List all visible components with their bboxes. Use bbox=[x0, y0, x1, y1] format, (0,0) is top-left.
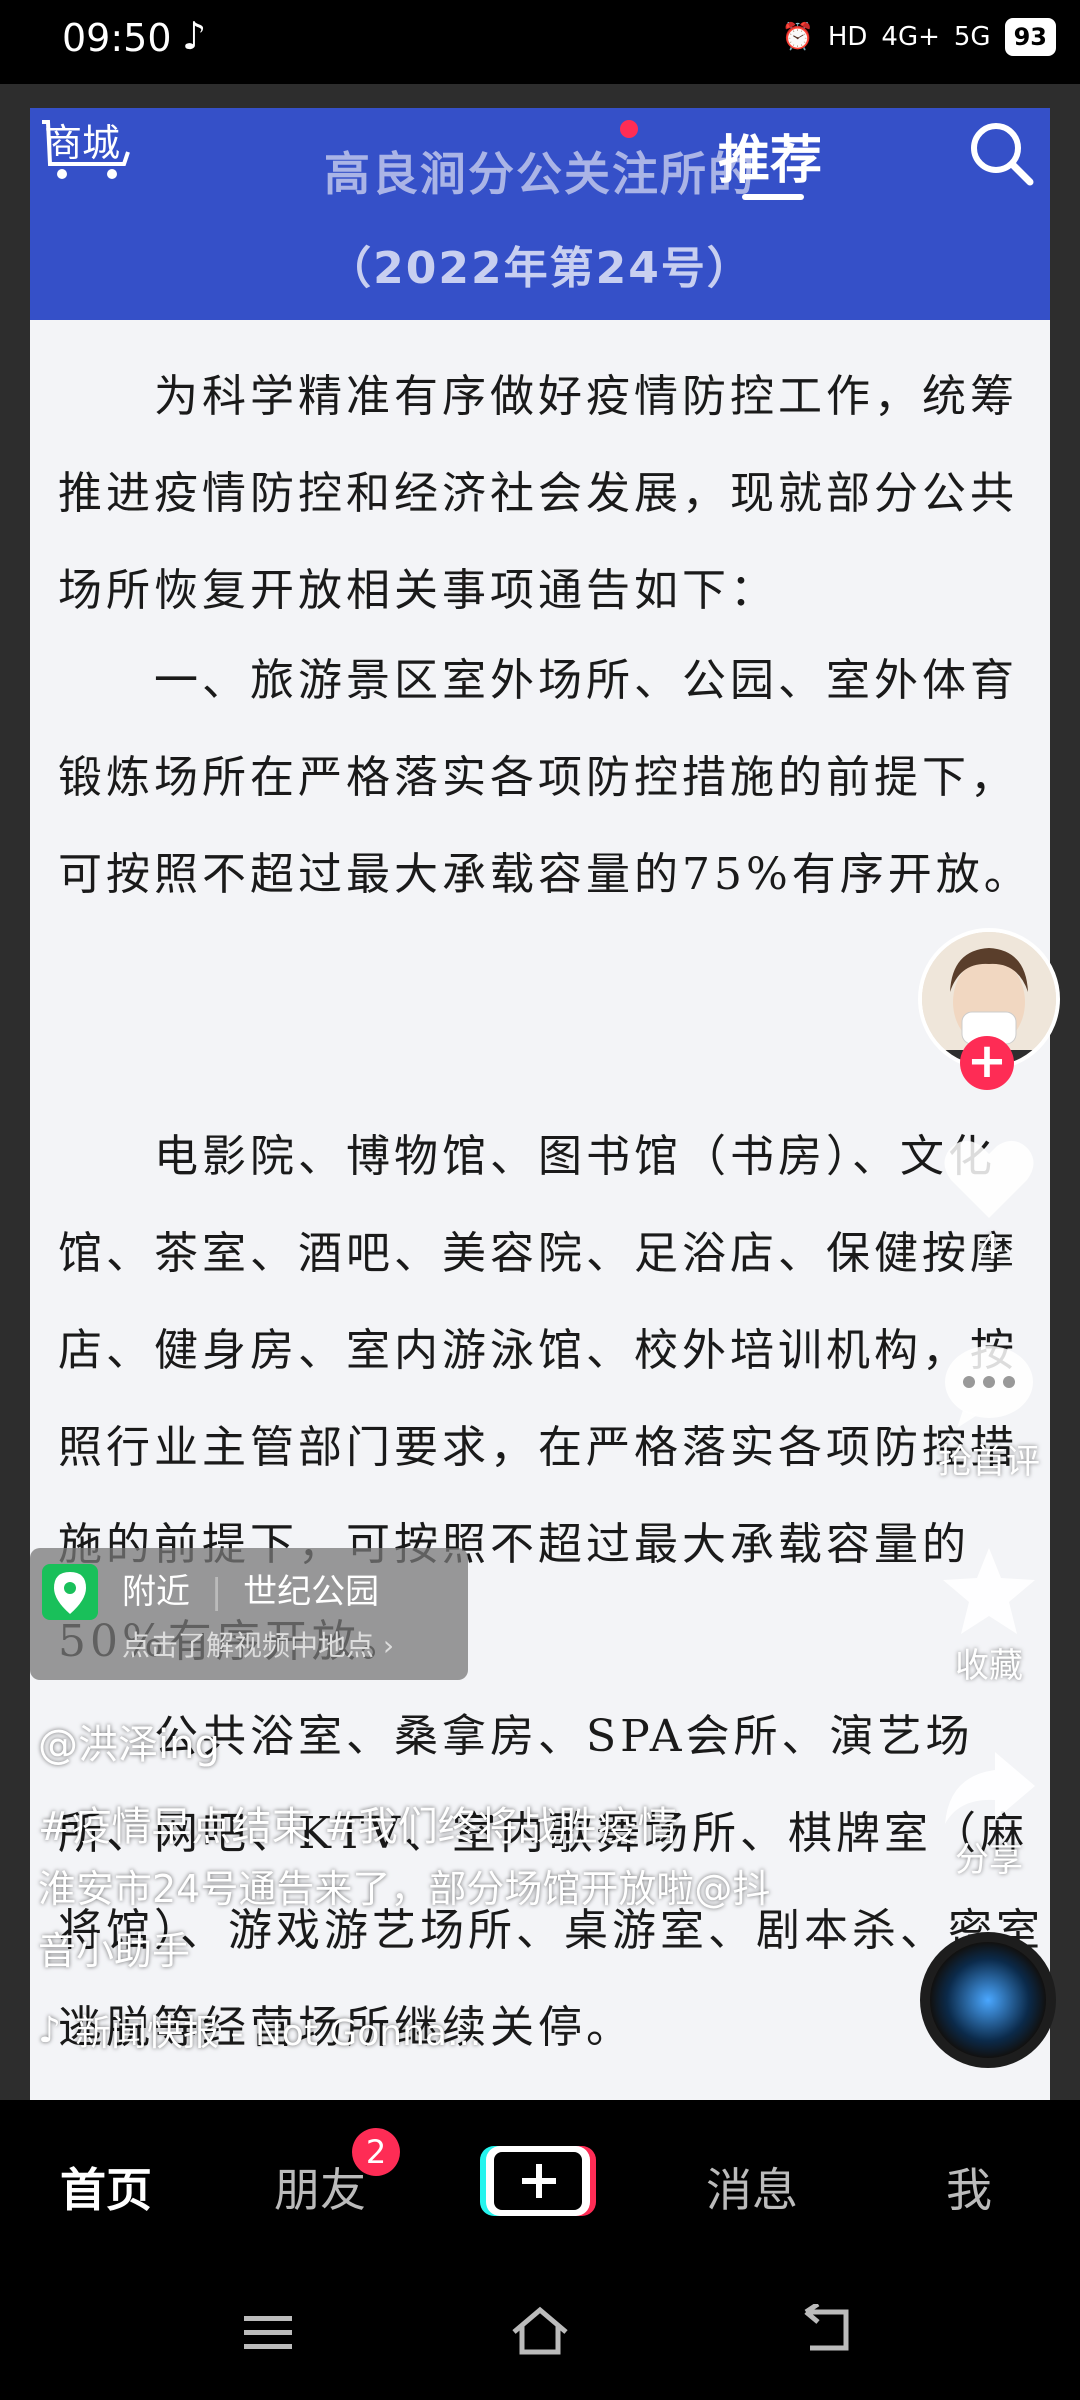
music-disc[interactable] bbox=[920, 1932, 1056, 2068]
tiktok-notification-icon: ♪ bbox=[182, 14, 207, 58]
share-button[interactable]: 分享 bbox=[924, 1748, 1054, 1881]
status-bar: 09:50 ♪ ⏰ HD 4G+ 5G 93 bbox=[0, 0, 1080, 84]
tab-messages[interactable]: 消息 bbox=[706, 2154, 798, 2220]
document-title: 高良涧分公关注所的 bbox=[324, 147, 756, 201]
alarm-icon: ⏰ bbox=[781, 22, 814, 52]
status-time: 09:50 bbox=[62, 16, 172, 60]
heart-icon bbox=[944, 1140, 1034, 1218]
system-nav-bar bbox=[0, 2280, 1080, 2400]
status-icons: ⏰ HD 4G+ 5G 93 bbox=[781, 18, 1056, 56]
friends-badge: 2 bbox=[352, 2128, 400, 2176]
music-info[interactable]: ♪ 新闻快报 - Not Gonna... bbox=[38, 2004, 481, 2056]
comment-icon bbox=[945, 1346, 1033, 1428]
hashtags[interactable]: #疫情早点结束 #我们终将战胜疫情 bbox=[38, 1794, 678, 1852]
document-paragraph: 一、旅游景区室外场所、公园、室外体育锻炼场所在严格落实各项防控措施的前提下，可按… bbox=[58, 655, 1032, 900]
music-note-icon: ♪ bbox=[38, 2009, 61, 2051]
document-issue: （2022年第24号） bbox=[327, 243, 753, 294]
menu-icon[interactable] bbox=[244, 2310, 296, 2356]
search-button[interactable] bbox=[966, 118, 1036, 188]
share-arrow-icon bbox=[945, 1752, 1035, 1824]
notification-dot bbox=[620, 120, 638, 138]
cart-icon bbox=[42, 120, 130, 179]
location-hint: 点击了解视频中地点 › bbox=[122, 1629, 395, 1662]
home-icon[interactable] bbox=[508, 2302, 572, 2358]
location-pin-icon bbox=[42, 1564, 98, 1620]
search-icon bbox=[971, 123, 1034, 186]
bottom-tab-bar: 首页 朋友 2 消息 我 bbox=[0, 2100, 1080, 2280]
back-icon[interactable] bbox=[796, 2304, 856, 2356]
tab-indicator bbox=[742, 194, 804, 200]
author-name[interactable]: @洪泽ing bbox=[38, 1712, 220, 1770]
location-place: 世纪公园 bbox=[243, 1572, 380, 1612]
like-button[interactable]: 4 bbox=[924, 1134, 1054, 1268]
share-label: 分享 bbox=[955, 1840, 1023, 1880]
4g-signal-icon: 4G+ bbox=[881, 22, 940, 52]
comment-button[interactable]: 抢首评 bbox=[924, 1340, 1054, 1483]
follow-button[interactable]: + bbox=[960, 1036, 1014, 1090]
video-description: 淮安市24号通告来了，部分场馆开放啦@抖音小助手 bbox=[38, 1867, 771, 1973]
star-icon bbox=[943, 1548, 1035, 1634]
hd-icon: HD bbox=[827, 22, 868, 52]
location-chip[interactable]: 附近 | 世纪公园 点击了解视频中地点 › bbox=[30, 1548, 468, 1680]
plus-icon bbox=[480, 2146, 596, 2216]
document-paragraph: 为科学精准有序做好疫情防控工作，统筹推进疫情防控和经济社会发展，现就部分公共场所… bbox=[58, 371, 1018, 616]
tab-me[interactable]: 我 bbox=[946, 2154, 992, 2220]
mall-button[interactable]: 商城 bbox=[40, 112, 130, 182]
location-prefix: 附近 bbox=[122, 1572, 190, 1612]
favorite-button[interactable]: 收藏 bbox=[924, 1544, 1054, 1687]
document-header: 高良涧分公关注所的 （2022年第24号） bbox=[30, 108, 1050, 320]
like-count: 4 bbox=[978, 1228, 1000, 1268]
music-title: 新闻快报 - Not Gonna... bbox=[74, 2013, 482, 2054]
5g-signal-icon: 5G bbox=[953, 22, 991, 52]
location-name: 附近 | 世纪公园 bbox=[122, 1572, 380, 1612]
battery-indicator: 93 bbox=[1004, 18, 1056, 56]
tab-home[interactable]: 首页 bbox=[60, 2154, 152, 2220]
comment-label: 抢首评 bbox=[938, 1442, 1040, 1482]
tab-recommend[interactable]: 推荐 bbox=[718, 118, 822, 193]
create-button[interactable] bbox=[480, 2142, 596, 2220]
favorite-label: 收藏 bbox=[955, 1646, 1023, 1686]
tab-friends[interactable]: 朋友 bbox=[274, 2154, 366, 2220]
